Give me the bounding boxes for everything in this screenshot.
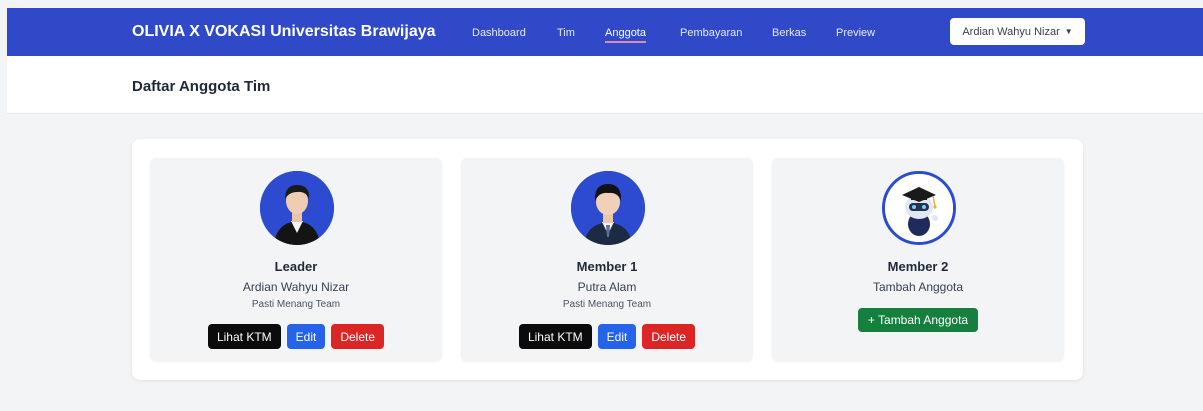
delete-button[interactable]: Delete: [331, 324, 385, 349]
edit-button[interactable]: Edit: [597, 324, 637, 349]
view-ktm-button[interactable]: Lihat KTM: [518, 324, 592, 349]
add-member-wrap: + Tambah Anggota: [772, 308, 1064, 332]
nav-link-anggota[interactable]: Anggota: [605, 27, 646, 43]
members-panel: Leader Ardian Wahyu Nizar Pasti Menang T…: [132, 139, 1083, 380]
leader-avatar: [260, 171, 334, 245]
chevron-down-icon: ▼: [1064, 27, 1073, 36]
user-name: Ardian Wahyu Nizar: [962, 25, 1060, 38]
member-team: Pasti Menang Team: [562, 299, 652, 310]
nav-link-dashboard[interactable]: Dashboard: [472, 27, 526, 39]
delete-button[interactable]: Delete: [642, 324, 696, 349]
member-card-member-2: Member 2 Tambah Anggota + Tambah Anggota: [772, 158, 1064, 361]
nav-link-berkas[interactable]: Berkas: [772, 27, 806, 39]
view-ktm-button[interactable]: Lihat KTM: [207, 324, 281, 349]
member-role: Member 1: [576, 259, 638, 274]
edit-button[interactable]: Edit: [286, 324, 326, 349]
top-navbar: OLIVIA X VOKASI Universitas Brawijaya Da…: [7, 8, 1203, 56]
add-member-button[interactable]: + Tambah Anggota: [857, 308, 979, 332]
page-title: Daftar Anggota Tim: [132, 78, 271, 95]
nav-link-pembayaran[interactable]: Pembayaran: [680, 27, 742, 39]
member-card-leader: Leader Ardian Wahyu Nizar Pasti Menang T…: [150, 158, 442, 361]
nav-link-tim[interactable]: Tim: [557, 27, 575, 39]
member-role: Member 2: [887, 259, 949, 274]
member-name: Ardian Wahyu Nizar: [242, 280, 350, 294]
page-header: Daftar Anggota Tim: [7, 56, 1203, 114]
user-menu-dropdown[interactable]: Ardian Wahyu Nizar ▼: [950, 18, 1085, 45]
member-card-member-1: Member 1 Putra Alam Pasti Menang Team Li…: [461, 158, 753, 361]
member-name: Putra Alam: [577, 280, 637, 294]
member-team: Pasti Menang Team: [251, 299, 341, 310]
member-role: Leader: [274, 259, 318, 274]
mascot-avatar: [882, 171, 956, 245]
member-1-avatar: [571, 171, 645, 245]
member-empty-label: Tambah Anggota: [872, 280, 964, 294]
member-actions: Lihat KTM Edit Delete: [461, 324, 753, 349]
member-actions: Lihat KTM Edit Delete: [150, 324, 442, 349]
nav-link-preview[interactable]: Preview: [836, 27, 875, 39]
